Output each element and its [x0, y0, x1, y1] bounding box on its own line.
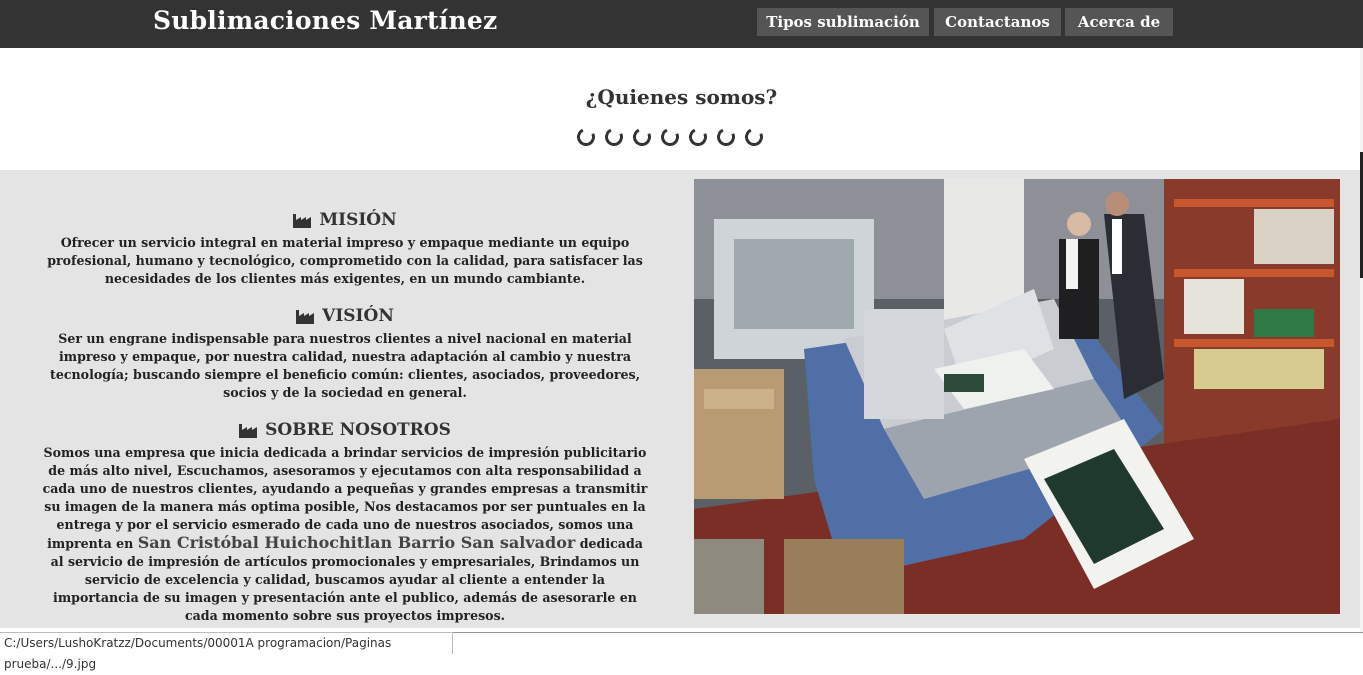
- top-navbar: Sublimaciones Martínez Tipos sublimación…: [0, 0, 1363, 48]
- about-text-column: MISIÓN Ofrecer un servicio integral en m…: [40, 210, 650, 643]
- spinner-icon: [686, 125, 710, 149]
- sobre-title: SOBRE NOSOTROS: [265, 420, 451, 440]
- about-section: MISIÓN Ofrecer un servicio integral en m…: [0, 170, 1360, 628]
- spinner-icon: [630, 125, 654, 149]
- factory-icon: [239, 424, 258, 438]
- factory-icon: [296, 310, 315, 324]
- factory-icon: [293, 214, 312, 228]
- printing-press-photo: [694, 179, 1340, 614]
- mision-text: Ofrecer un servicio integral en material…: [47, 235, 643, 286]
- printing-press-image: [694, 179, 1340, 614]
- status-bar-url: C:/Users/LushoKratzz/Documents/00001A pr…: [0, 632, 453, 671]
- vision-text: Ser un engrane indispensable para nuestr…: [50, 331, 640, 400]
- loading-indicator: [574, 125, 766, 149]
- spinner-icon: [714, 125, 738, 149]
- vision-title: VISIÓN: [322, 306, 394, 326]
- spinner-icon: [658, 125, 682, 149]
- spinner-icon: [602, 125, 626, 149]
- page-title: ¿Quienes somos?: [585, 85, 778, 109]
- nav-contactanos[interactable]: Contactanos: [934, 8, 1061, 36]
- location-highlight: San Cristóbal Huichochitlan Barrio San s…: [137, 533, 576, 552]
- spinner-icon: [574, 125, 598, 149]
- sobre-text: Somos una empresa que inicia dedicada a …: [40, 444, 650, 625]
- sobre-heading: SOBRE NOSOTROS: [40, 420, 650, 440]
- nav-acerca-de[interactable]: Acerca de: [1065, 8, 1173, 36]
- spinner-icon: [742, 125, 766, 149]
- site-brand[interactable]: Sublimaciones Martínez: [153, 6, 497, 35]
- mision-title: MISIÓN: [319, 210, 397, 230]
- mision-heading: MISIÓN: [40, 210, 650, 230]
- vision-heading: VISIÓN: [40, 306, 650, 326]
- nav-tipos-sublimacion[interactable]: Tipos sublimación: [757, 8, 929, 36]
